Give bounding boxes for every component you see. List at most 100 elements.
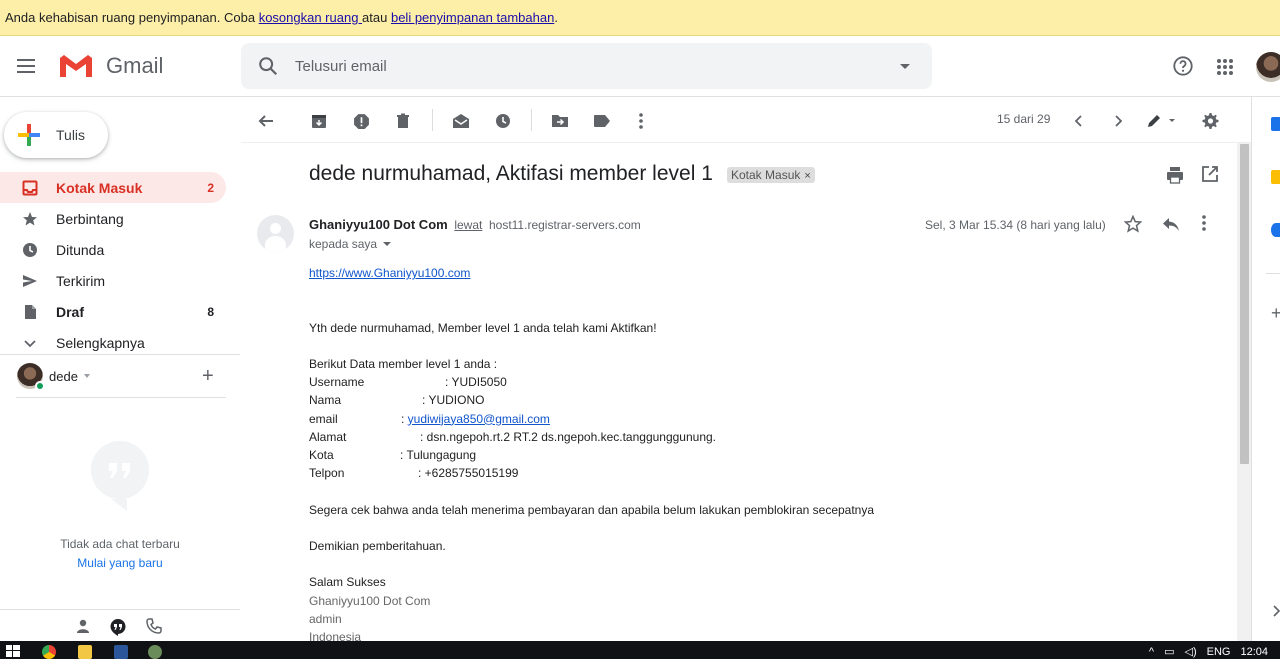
settings-gear-icon[interactable] — [1200, 111, 1220, 131]
field-label: Telpon — [309, 466, 345, 481]
field-value: : dsn.ngepoh.rt.2 RT.2 ds.ngepoh.kec.tan… — [420, 429, 717, 444]
clock-text[interactable]: 12:04 — [1240, 646, 1268, 658]
sidebar-item-label: Berbintang — [56, 210, 124, 227]
chat-bubble-icon — [91, 441, 149, 511]
buy-storage-link[interactable]: beli penyimpanan tambahan — [391, 10, 554, 25]
system-tray: ^ ▭ ◁) ENG 12:04 — [1149, 645, 1268, 659]
search-input[interactable] — [295, 43, 875, 89]
more-vertical-icon[interactable] — [631, 111, 651, 131]
search-options-icon[interactable] — [900, 64, 910, 69]
salam-text: Salam Sukses — [309, 575, 386, 590]
sidebar: Tulis Kotak Masuk 2 Berbintang Ditunda T… — [0, 97, 240, 641]
field-label: Kota — [309, 448, 334, 463]
sidebar-item-snoozed[interactable]: Ditunda — [0, 234, 226, 265]
open-new-window-icon[interactable] — [1201, 165, 1219, 183]
username-row: Username: YUDI5050 — [309, 373, 1209, 391]
clock-icon — [22, 242, 38, 258]
divider — [16, 397, 226, 398]
signature-line: Ghaniyyu100 Dot Com — [309, 593, 431, 608]
compose-label: Tulis — [56, 127, 86, 143]
sender-name[interactable]: Ghaniyyu100 Dot Com — [309, 217, 448, 232]
gmail-logo[interactable]: Gmail — [58, 52, 163, 79]
recipient-text: kepada saya — [309, 237, 378, 251]
account-avatar[interactable] — [1256, 52, 1280, 82]
input-tools-icon[interactable] — [1145, 111, 1179, 131]
app-taskbar-icon[interactable] — [148, 645, 162, 659]
scrollbar-thumb[interactable] — [1240, 144, 1249, 464]
no-recent-chat-text: Tidak ada chat terbaru — [60, 537, 180, 551]
remove-label-icon[interactable]: × — [804, 170, 810, 182]
sidebar-item-drafts[interactable]: Draf 8 — [0, 296, 226, 327]
telpon-row: Telpon: +6285755015199 — [309, 464, 1209, 482]
show-details-icon[interactable] — [383, 242, 392, 246]
more-vertical-icon[interactable] — [1202, 215, 1206, 231]
nama-row: Nama: YUDIONO — [309, 391, 1209, 409]
chevron-right-icon[interactable] — [1272, 605, 1280, 617]
tasks-icon[interactable] — [1271, 223, 1280, 237]
add-ons-plus-icon[interactable]: + — [1271, 303, 1280, 324]
sidebar-item-inbox[interactable]: Kotak Masuk 2 — [0, 172, 226, 203]
delete-icon[interactable] — [393, 111, 413, 131]
hangouts-user-name: dede — [49, 368, 78, 384]
archive-icon[interactable] — [309, 111, 329, 131]
chrome-taskbar-icon[interactable] — [42, 645, 56, 659]
network-icon[interactable]: ▭ — [1164, 645, 1174, 658]
keep-icon[interactable] — [1271, 170, 1280, 184]
divider — [1266, 273, 1280, 274]
search-icon[interactable] — [257, 55, 279, 77]
chevron-left-icon[interactable] — [1069, 111, 1089, 131]
email-link[interactable]: yudiwijaya850@gmail.com — [408, 412, 550, 426]
file-explorer-taskbar-icon[interactable] — [78, 645, 92, 659]
add-chat-icon[interactable]: + — [202, 365, 214, 388]
sidebar-item-sent[interactable]: Terkirim — [0, 265, 226, 296]
tray-up-icon[interactable]: ^ — [1149, 646, 1154, 658]
star-icon — [22, 211, 38, 227]
inbox-icon — [22, 180, 38, 196]
help-icon[interactable] — [1172, 55, 1194, 77]
sender-avatar[interactable] — [257, 215, 294, 252]
email-row: email: yudiwijaya850@gmail.com — [309, 410, 1209, 428]
draft-count: 8 — [207, 304, 214, 319]
chevron-right-icon[interactable] — [1108, 111, 1128, 131]
language-indicator[interactable]: ENG — [1207, 646, 1231, 658]
label-icon[interactable] — [592, 111, 612, 131]
storage-banner: Anda kehabisan ruang penyimpanan. Coba k… — [0, 0, 1280, 36]
avatar — [17, 363, 45, 391]
print-icon[interactable] — [1166, 166, 1184, 184]
sidebar-item-starred[interactable]: Berbintang — [0, 203, 226, 234]
send-icon — [22, 273, 38, 289]
start-new-chat-link[interactable]: Mulai yang baru — [0, 556, 240, 570]
field-value: : YUDIONO — [422, 393, 485, 408]
divider — [531, 109, 532, 131]
inbox-label-chip[interactable]: Kotak Masuk × — [727, 167, 815, 183]
snooze-icon[interactable] — [493, 111, 513, 131]
word-taskbar-icon[interactable] — [114, 645, 128, 659]
website-link[interactable]: https://www.Ghaniyyu100.com — [309, 266, 470, 280]
phone-icon[interactable] — [146, 618, 162, 634]
apps-grid-icon[interactable] — [1216, 58, 1234, 76]
via-link[interactable]: lewat — [454, 218, 482, 232]
person-icon[interactable] — [75, 618, 91, 634]
plus-icon — [18, 124, 40, 146]
top-bar: Gmail — [0, 36, 1280, 97]
windows-start-icon[interactable] — [6, 645, 20, 657]
main-menu-icon[interactable] — [17, 56, 41, 76]
field-value: : Tulungagung — [400, 448, 477, 463]
volume-icon[interactable]: ◁) — [1185, 645, 1197, 658]
calendar-icon[interactable] — [1271, 117, 1280, 131]
chat-empty-state: Tidak ada chat terbaru Mulai yang baru — [0, 441, 240, 570]
search-bar[interactable] — [241, 43, 932, 89]
caret-down-icon[interactable] — [83, 374, 90, 378]
compose-button[interactable]: Tulis — [4, 112, 108, 158]
move-to-icon[interactable] — [550, 111, 570, 131]
free-space-link[interactable]: kosongkan ruang — [259, 10, 362, 25]
star-icon[interactable] — [1124, 215, 1142, 233]
hangouts-user[interactable]: dede — [17, 363, 90, 391]
back-arrow-icon[interactable] — [256, 111, 276, 131]
hangouts-icon[interactable] — [109, 618, 127, 636]
kota-row: Kota : Tulungagung — [309, 446, 1209, 464]
report-spam-icon[interactable] — [351, 111, 371, 131]
reply-icon[interactable] — [1162, 216, 1180, 232]
mark-unread-icon[interactable] — [451, 111, 471, 131]
recipient-line[interactable]: kepada saya — [309, 237, 392, 251]
